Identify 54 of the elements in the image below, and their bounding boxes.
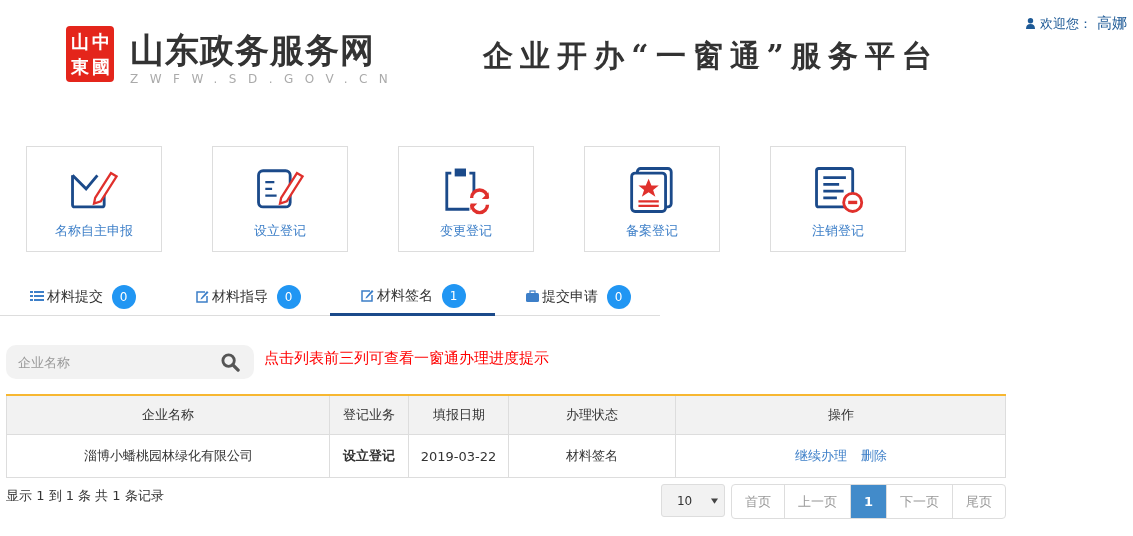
action-link[interactable]: 继续办理: [794, 448, 847, 463]
service-tile[interactable]: 设立登记: [212, 146, 348, 252]
hint-text: 点击列表前三列可查看一窗通办理进度提示: [264, 348, 549, 368]
site-name: 山东政务服务网: [130, 30, 376, 70]
edit-icon: [194, 290, 209, 303]
count-badge: 0: [606, 284, 631, 309]
tab-label: 材料签名: [376, 286, 433, 305]
service-tile[interactable]: 备案登记: [584, 146, 720, 252]
search-field[interactable]: 企业名称: [6, 345, 254, 379]
service-label: 变更登记: [440, 222, 492, 240]
caret-icon: [710, 497, 718, 504]
tab-label: 提交申请: [541, 287, 598, 306]
welcome-label: 欢迎您：: [1040, 14, 1092, 33]
table-cell: 淄博小蟠桃园林绿化有限公司: [6, 434, 330, 478]
list-icon: [29, 290, 44, 303]
table-cell: 材料签名: [508, 434, 676, 478]
site-domain: ZWFW.SD.GOV.CN: [130, 72, 400, 86]
edit-icon: [359, 289, 374, 302]
tab[interactable]: 材料提交 0: [0, 278, 165, 315]
column-header: 操作: [675, 395, 1006, 435]
user-name[interactable]: 高娜: [1097, 14, 1127, 33]
table-cell: 设立登记: [329, 434, 409, 478]
action-link[interactable]: 删除: [860, 448, 887, 463]
search-icon[interactable]: [221, 353, 240, 372]
service-tile[interactable]: 注销登记: [770, 146, 906, 252]
page-button[interactable]: 首页: [731, 485, 784, 518]
column-header: 办理状态: [508, 395, 676, 435]
column-header: 填报日期: [408, 395, 509, 435]
platform-title: 企业开办“一窗通”服务平台: [483, 37, 939, 75]
user-icon: [1026, 18, 1035, 29]
service-tile[interactable]: 名称自主申报: [26, 146, 162, 252]
table-cell: 2019-03-22: [408, 434, 509, 478]
count-badge: 0: [111, 284, 136, 309]
tab[interactable]: 材料指导 0: [165, 278, 330, 315]
seal-logo: 山 中 東 國: [66, 26, 114, 82]
service-label: 名称自主申报: [55, 222, 133, 240]
page-size-select[interactable]: 10: [660, 484, 725, 517]
count-badge: 1: [441, 283, 466, 308]
page-button[interactable]: 尾页: [952, 485, 1005, 518]
page-button[interactable]: 1: [849, 485, 886, 518]
service-tile[interactable]: 变更登记: [398, 146, 534, 252]
service-label: 注销登记: [812, 222, 864, 240]
count-badge: 0: [276, 284, 301, 309]
document-minus-icon: [812, 164, 864, 216]
service-label: 备案登记: [626, 222, 678, 240]
column-header: 企业名称: [6, 395, 330, 435]
tab-label: 材料指导: [211, 287, 268, 306]
tab[interactable]: 提交申请 0: [495, 278, 660, 315]
service-label: 设立登记: [254, 222, 306, 240]
record-summary: 显示 1 到 1 条 共 1 条记录: [6, 487, 164, 505]
tab-label: 材料提交: [46, 287, 103, 306]
briefcase-icon: [524, 290, 539, 303]
tab[interactable]: 材料签名 1: [330, 278, 495, 316]
column-header: 登记业务: [329, 395, 409, 435]
